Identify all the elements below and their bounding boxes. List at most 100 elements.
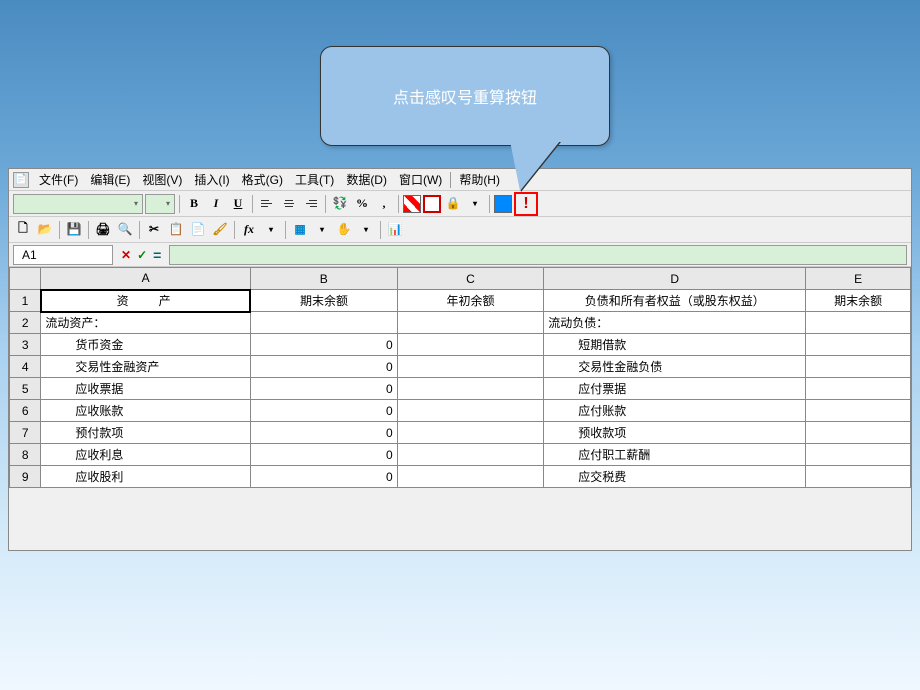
menu-insert[interactable]: 插入(I) bbox=[188, 169, 235, 190]
print-button[interactable]: 🖨 bbox=[93, 220, 113, 240]
cell[interactable] bbox=[397, 466, 544, 488]
open-button[interactable]: 📂 bbox=[35, 220, 55, 240]
border-button[interactable] bbox=[423, 195, 441, 213]
cell[interactable] bbox=[806, 356, 911, 378]
menu-file[interactable]: 文件(F) bbox=[33, 169, 84, 190]
print-preview-button[interactable]: 🔍 bbox=[115, 220, 135, 240]
lock-button[interactable]: 🔒 bbox=[443, 194, 463, 214]
cell[interactable] bbox=[806, 334, 911, 356]
sheet-grid[interactable]: A B C D E 1 资产 期末余额 年初余额 负债和所有者权益（或股东权益）… bbox=[9, 267, 911, 488]
pan-button[interactable]: ✋ bbox=[334, 220, 354, 240]
chart-button[interactable]: 📊 bbox=[385, 220, 405, 240]
cell[interactable]: 应收利息 bbox=[41, 444, 251, 466]
format-painter-button[interactable]: 🖌 bbox=[210, 220, 230, 240]
recalculate-button[interactable]: ! bbox=[516, 194, 536, 214]
cell[interactable]: 应付账款 bbox=[544, 400, 806, 422]
italic-button[interactable]: I bbox=[206, 194, 226, 214]
dropdown-fx[interactable]: ▾ bbox=[261, 220, 281, 240]
menu-view[interactable]: 视图(V) bbox=[136, 169, 188, 190]
cell[interactable] bbox=[806, 400, 911, 422]
cell-bg-button[interactable] bbox=[403, 195, 421, 213]
cell[interactable]: 应交税费 bbox=[544, 466, 806, 488]
align-left-button[interactable] bbox=[257, 194, 277, 214]
function-button[interactable]: fx bbox=[239, 220, 259, 240]
equals-formula-icon[interactable]: = bbox=[153, 247, 161, 263]
align-center-button[interactable] bbox=[279, 194, 299, 214]
row-header[interactable]: 9 bbox=[10, 466, 41, 488]
cell[interactable]: 预收款项 bbox=[544, 422, 806, 444]
row-header[interactable]: 6 bbox=[10, 400, 41, 422]
underline-button[interactable]: U bbox=[228, 194, 248, 214]
row-header[interactable]: 5 bbox=[10, 378, 41, 400]
cell[interactable] bbox=[397, 334, 544, 356]
paste-button[interactable]: 📄 bbox=[188, 220, 208, 240]
new-button[interactable]: 🗋 bbox=[13, 220, 33, 240]
cell[interactable]: 应付票据 bbox=[544, 378, 806, 400]
row-header[interactable]: 3 bbox=[10, 334, 41, 356]
dropdown-layout[interactable]: ▾ bbox=[312, 220, 332, 240]
confirm-formula-icon[interactable]: ✓ bbox=[137, 248, 147, 262]
percent-button[interactable]: % bbox=[352, 194, 372, 214]
cell[interactable]: 0 bbox=[250, 334, 397, 356]
comma-button[interactable]: , bbox=[374, 194, 394, 214]
cell[interactable] bbox=[397, 400, 544, 422]
menu-edit[interactable]: 编辑(E) bbox=[84, 169, 136, 190]
cell[interactable] bbox=[806, 466, 911, 488]
cancel-formula-icon[interactable]: ✕ bbox=[121, 248, 131, 262]
cell[interactable]: 0 bbox=[250, 356, 397, 378]
dropdown-toggle[interactable]: ▾ bbox=[465, 194, 485, 214]
cut-button[interactable]: ✂ bbox=[144, 220, 164, 240]
cell[interactable]: 0 bbox=[250, 400, 397, 422]
cell-reference-box[interactable]: A1 bbox=[13, 245, 113, 265]
cell[interactable]: 流动资产： bbox=[41, 312, 251, 334]
currency-button[interactable]: 💱 bbox=[330, 194, 350, 214]
layout-button[interactable]: ▦ bbox=[290, 220, 310, 240]
cell[interactable] bbox=[806, 312, 911, 334]
font-size-dropdown[interactable] bbox=[145, 194, 175, 214]
dropdown-pan[interactable]: ▾ bbox=[356, 220, 376, 240]
cell[interactable]: 预付款项 bbox=[41, 422, 251, 444]
menu-window[interactable]: 窗口(W) bbox=[393, 169, 448, 190]
formula-input[interactable] bbox=[169, 245, 907, 265]
cell[interactable] bbox=[397, 378, 544, 400]
row-header[interactable]: 4 bbox=[10, 356, 41, 378]
cell[interactable]: 期末余额 bbox=[250, 290, 397, 312]
cell[interactable]: 流动负债： bbox=[544, 312, 806, 334]
cell[interactable]: 期末余额 bbox=[806, 290, 911, 312]
cell[interactable] bbox=[806, 444, 911, 466]
cell[interactable]: 资产 bbox=[41, 290, 251, 312]
cell[interactable] bbox=[806, 422, 911, 444]
copy-button[interactable]: 📋 bbox=[166, 220, 186, 240]
window-button[interactable] bbox=[494, 195, 512, 213]
cell[interactable]: 0 bbox=[250, 444, 397, 466]
cell[interactable] bbox=[397, 356, 544, 378]
col-header-b[interactable]: B bbox=[250, 268, 397, 290]
row-header[interactable]: 8 bbox=[10, 444, 41, 466]
col-header-e[interactable]: E bbox=[806, 268, 911, 290]
menu-tools[interactable]: 工具(T) bbox=[289, 169, 340, 190]
cell[interactable]: 0 bbox=[250, 466, 397, 488]
menu-help[interactable]: 帮助(H) bbox=[453, 169, 506, 190]
cell[interactable]: 应收票据 bbox=[41, 378, 251, 400]
row-header[interactable]: 7 bbox=[10, 422, 41, 444]
row-header[interactable]: 1 bbox=[10, 290, 41, 312]
cell[interactable]: 0 bbox=[250, 422, 397, 444]
col-header-c[interactable]: C bbox=[397, 268, 544, 290]
cell[interactable] bbox=[397, 422, 544, 444]
cell[interactable]: 负债和所有者权益（或股东权益） bbox=[544, 290, 806, 312]
font-family-dropdown[interactable] bbox=[13, 194, 143, 214]
cell[interactable]: 0 bbox=[250, 378, 397, 400]
select-all-corner[interactable] bbox=[10, 268, 41, 290]
cell[interactable] bbox=[397, 312, 544, 334]
cell[interactable]: 交易性金融负债 bbox=[544, 356, 806, 378]
cell[interactable]: 应付职工薪酬 bbox=[544, 444, 806, 466]
cell[interactable]: 应收账款 bbox=[41, 400, 251, 422]
cell[interactable] bbox=[806, 378, 911, 400]
menu-format[interactable]: 格式(G) bbox=[236, 169, 289, 190]
col-header-a[interactable]: A bbox=[41, 268, 251, 290]
cell[interactable]: 短期借款 bbox=[544, 334, 806, 356]
cell[interactable] bbox=[250, 312, 397, 334]
save-button[interactable]: 💾 bbox=[64, 220, 84, 240]
menu-data[interactable]: 数据(D) bbox=[340, 169, 393, 190]
row-header[interactable]: 2 bbox=[10, 312, 41, 334]
